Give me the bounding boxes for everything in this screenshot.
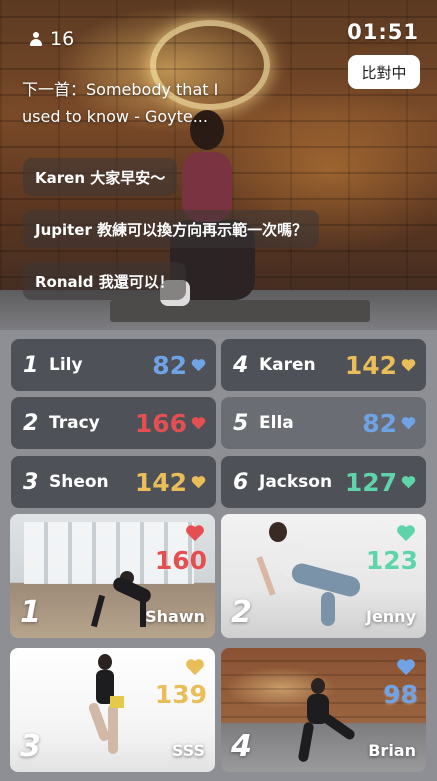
- heart-icon: [191, 358, 206, 372]
- live-video[interactable]: 16 01:51 比對中 下一首：Somebody that I used to…: [0, 0, 437, 330]
- rank-number: 1: [23, 352, 39, 378]
- heart-icon: [191, 475, 206, 489]
- player-score: 142: [134, 467, 187, 497]
- player-score: 166: [134, 408, 187, 438]
- tile-score: 98: [383, 680, 418, 709]
- participant-figure: [80, 654, 140, 769]
- viewer-count: 16: [30, 28, 74, 50]
- timer: 01:51: [347, 20, 419, 44]
- heart-icon: [191, 416, 206, 430]
- participant-figure: [256, 522, 371, 632]
- leaderboard-card[interactable]: 2 Tracy 166: [11, 397, 216, 449]
- rank-number: 4: [233, 352, 249, 378]
- person-icon: [30, 32, 42, 46]
- tile-rank: 2: [231, 595, 252, 630]
- tile-rank: 1: [20, 595, 41, 630]
- chat-message: Jupiter 教練可以換方向再示範一次嗎？: [23, 210, 320, 248]
- tile-score: 139: [154, 680, 207, 709]
- rank-number: 3: [23, 469, 39, 495]
- participant-video-tile[interactable]: 123 2 Jenny: [221, 514, 426, 638]
- heart-icon: [185, 524, 205, 542]
- tile-name: Brian: [368, 741, 416, 760]
- heart-icon: [401, 416, 416, 430]
- participant-video-tile[interactable]: 160 1 Shawn: [10, 514, 215, 638]
- player-name: Karen: [259, 355, 316, 375]
- tile-score: 160: [154, 546, 207, 575]
- player-name: Lily: [49, 355, 83, 375]
- player-score: 82: [362, 408, 397, 438]
- heart-icon: [396, 524, 416, 542]
- leaderboard-card[interactable]: 5 Ella 82: [221, 397, 426, 449]
- tile-name: Jenny: [365, 607, 416, 626]
- heart-icon: [396, 658, 416, 676]
- player-score: 142: [344, 350, 397, 380]
- player-name: Tracy: [49, 413, 100, 433]
- player-score: 127: [344, 467, 397, 497]
- tile-name: SSS: [171, 741, 205, 760]
- rank-number: 6: [233, 469, 249, 495]
- player-name: Jackson: [259, 472, 333, 492]
- now-playing-text: 下一首：Somebody that I used to know - Goyte…: [22, 80, 219, 126]
- tile-name: Shawn: [145, 607, 205, 626]
- heart-icon: [401, 475, 416, 489]
- compare-button[interactable]: 比對中: [348, 55, 420, 89]
- player-name: Sheon: [49, 472, 109, 492]
- rank-number: 2: [23, 410, 39, 436]
- participant-video-tile[interactable]: 98 4 Brian: [221, 648, 426, 772]
- participant-figure: [291, 678, 361, 768]
- heart-icon: [185, 658, 205, 676]
- heart-icon: [401, 358, 416, 372]
- tile-score: 123: [365, 546, 418, 575]
- leaderboard-card[interactable]: 1 Lily 82: [11, 339, 216, 391]
- player-name: Ella: [259, 413, 294, 433]
- leaderboard-card[interactable]: 3 Sheon 142: [11, 456, 216, 508]
- player-score: 82: [152, 350, 187, 380]
- participant-video-tile[interactable]: 139 3 SSS: [10, 648, 215, 772]
- chat-message: Ronald 我還可以！: [23, 262, 186, 300]
- viewer-count-value: 16: [50, 28, 75, 50]
- rank-number: 5: [233, 410, 249, 436]
- leaderboard-card[interactable]: 4 Karen 142: [221, 339, 426, 391]
- tile-rank: 3: [20, 729, 41, 764]
- chat-message: Karen 大家早安～: [23, 158, 178, 196]
- tile-rank: 4: [231, 729, 252, 764]
- leaderboard-card[interactable]: 6 Jackson 127: [221, 456, 426, 508]
